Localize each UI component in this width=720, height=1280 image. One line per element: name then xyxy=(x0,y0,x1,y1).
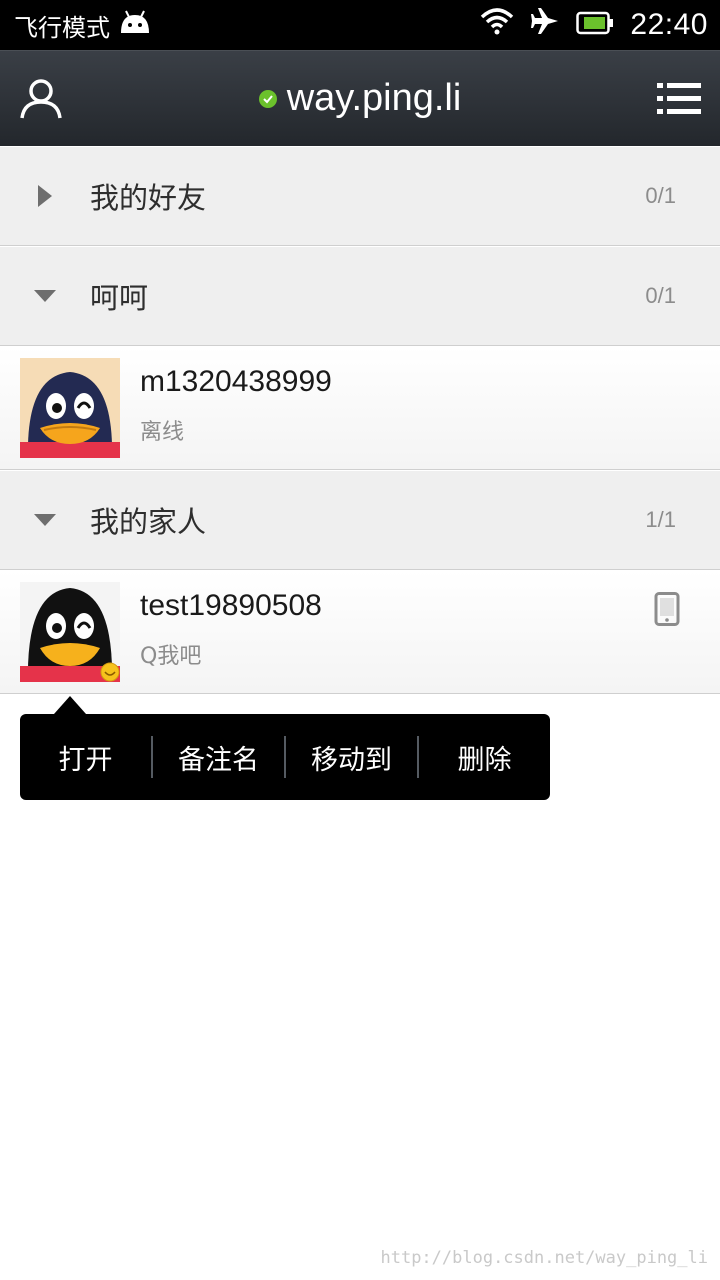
wifi-icon xyxy=(480,7,514,43)
user-icon xyxy=(20,78,62,118)
contact-status: 离线 xyxy=(140,420,185,445)
airplane-icon xyxy=(530,6,560,44)
profile-button[interactable] xyxy=(18,76,64,122)
menu-item-move[interactable]: 移动到 xyxy=(286,714,417,800)
group-header-hehe[interactable]: 呵呵 0/1 xyxy=(0,246,720,346)
airplane-mode-label: 飞行模式 xyxy=(14,13,110,42)
group-name: 我的好友 xyxy=(90,181,207,215)
account-name: way.ping.li xyxy=(286,77,462,119)
status-right: 22:40 xyxy=(480,6,708,44)
contact-name: test19890508 xyxy=(140,589,322,622)
menu-button[interactable] xyxy=(656,76,702,122)
qq-penguin-avatar-icon xyxy=(20,358,120,458)
contact-row[interactable]: test19890508 Q我吧 xyxy=(0,570,720,694)
contact-name: m1320438999 xyxy=(140,365,332,398)
avatar xyxy=(20,582,120,682)
title-bar: way.ping.li xyxy=(0,50,720,146)
group-count: 0/1 xyxy=(645,283,676,308)
app-screen: 飞行模式 22:40 way.ping.li 我的好友 0/1 呵呵 0/1 m… xyxy=(0,0,720,1280)
popup-pointer xyxy=(54,696,86,714)
contact-texts: m1320438999 离线 xyxy=(140,364,332,446)
watermark: http://blog.csdn.net/way_ping_li xyxy=(380,1248,708,1268)
group-name: 呵呵 xyxy=(90,281,149,315)
group-count: 0/1 xyxy=(645,183,676,208)
mobile-phone-icon xyxy=(654,592,680,626)
contact-row[interactable]: m1320438999 离线 xyxy=(0,346,720,470)
collapse-arrow-icon xyxy=(0,246,90,346)
list-menu-icon xyxy=(657,82,701,114)
group-header-friends[interactable]: 我的好友 0/1 xyxy=(0,146,720,246)
menu-item-delete[interactable]: 删除 xyxy=(419,714,550,800)
contact-status: Q我吧 xyxy=(140,644,202,669)
avatar xyxy=(20,358,120,458)
collapse-arrow-icon xyxy=(0,470,90,570)
group-header-family[interactable]: 我的家人 1/1 xyxy=(0,470,720,570)
qq-penguin-avatar-icon xyxy=(20,582,120,682)
menu-item-remark[interactable]: 备注名 xyxy=(153,714,284,800)
expand-arrow-icon xyxy=(0,146,90,246)
status-bar: 飞行模式 22:40 xyxy=(0,0,720,50)
clock: 22:40 xyxy=(630,8,708,41)
contact-texts: test19890508 Q我吧 xyxy=(140,588,322,670)
group-name: 我的家人 xyxy=(90,505,207,539)
android-icon xyxy=(118,9,152,41)
context-menu: 打开 备注名 移动到 删除 xyxy=(20,714,550,800)
status-left: 飞行模式 xyxy=(14,8,152,43)
battery-icon xyxy=(576,8,614,43)
menu-item-open[interactable]: 打开 xyxy=(20,714,151,800)
title-area: way.ping.li xyxy=(0,51,720,146)
group-count: 1/1 xyxy=(645,507,676,532)
online-status-icon xyxy=(258,89,277,108)
